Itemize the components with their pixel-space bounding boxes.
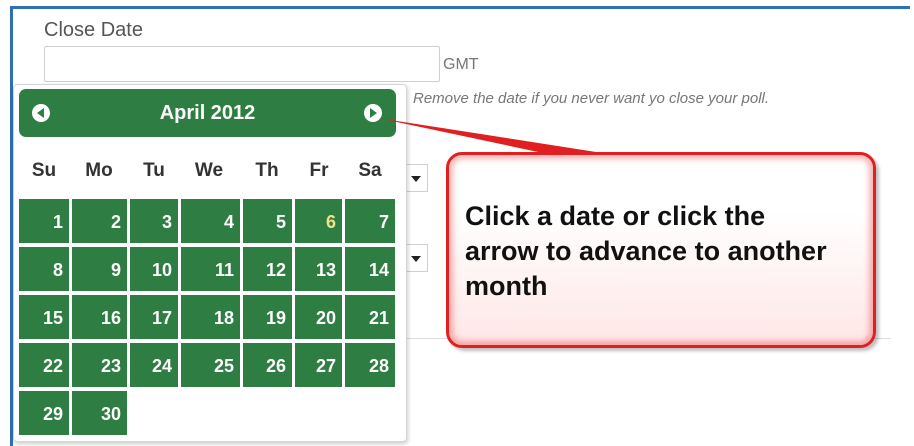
callout-text: Click a date or click the arrow to advan… xyxy=(465,201,827,301)
instruction-callout: Click a date or click the arrow to advan… xyxy=(446,152,876,348)
